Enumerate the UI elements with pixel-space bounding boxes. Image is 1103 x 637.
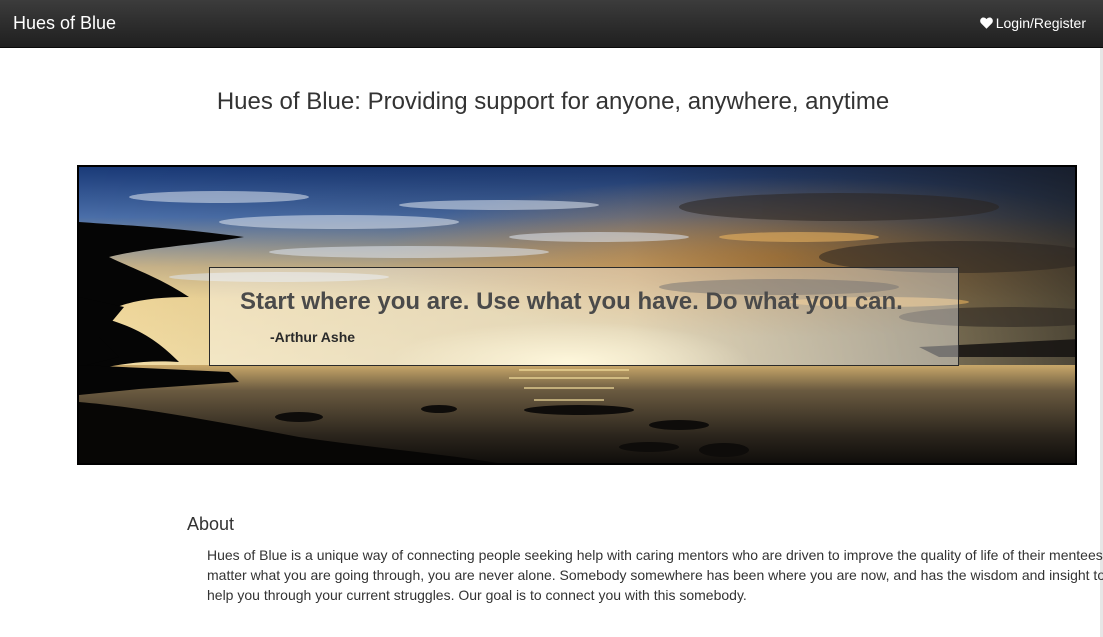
quote-box: Start where you are. Use what you have. … (209, 267, 959, 366)
about-text-line: Hues of Blue is a unique way of connecti… (207, 547, 1103, 563)
hero-quote: Start where you are. Use what you have. … (240, 288, 903, 315)
about-text-line: help you through your current struggles.… (207, 587, 747, 603)
hero-banner: Start where you are. Use what you have. … (77, 165, 1077, 465)
login-register-label: Login/Register (995, 15, 1086, 31)
about-text-line: matter what you are going through, you a… (207, 567, 1103, 583)
login-register-link[interactable]: Login/Register (979, 14, 1086, 32)
page-title: Hues of Blue: Providing support for anyo… (216, 88, 890, 115)
brand-link[interactable]: Hues of Blue (13, 12, 116, 34)
heart-icon (979, 17, 993, 29)
quote-author: -Arthur Ashe (270, 329, 356, 345)
about-text: Hues of Blue is a unique way of connecti… (207, 545, 1103, 605)
top-navbar: Hues of Blue Login/Register (0, 0, 1103, 48)
about-heading: About (187, 514, 235, 534)
